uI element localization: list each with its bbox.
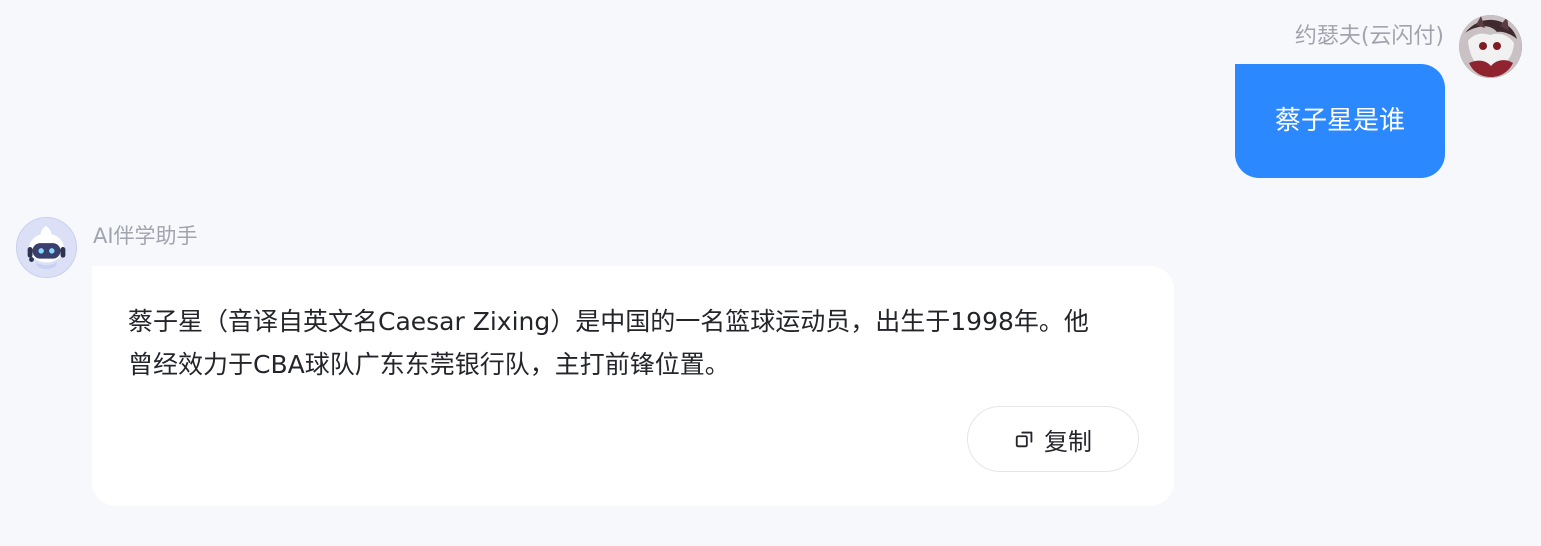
copy-button-label: 复制: [1044, 427, 1092, 456]
bot-avatar: [16, 217, 77, 278]
copy-button[interactable]: 复制: [967, 406, 1139, 472]
user-avatar: [1459, 15, 1522, 78]
user-message-text: 蔡子星是谁: [1274, 106, 1405, 136]
copy-icon: [1014, 428, 1036, 450]
bot-message-text: 蔡子星（音译自英文名Caesar Zixing）是中国的一名篮球运动员，出生于1…: [128, 307, 1089, 379]
bot-name: AI伴学助手: [93, 224, 198, 248]
bot-message-bubble: 蔡子星（音译自英文名Caesar Zixing）是中国的一名篮球运动员，出生于1…: [92, 266, 1174, 506]
user-name: 约瑟夫(云闪付): [1294, 24, 1444, 49]
user-message-bubble: 蔡子星是谁: [1235, 64, 1445, 178]
